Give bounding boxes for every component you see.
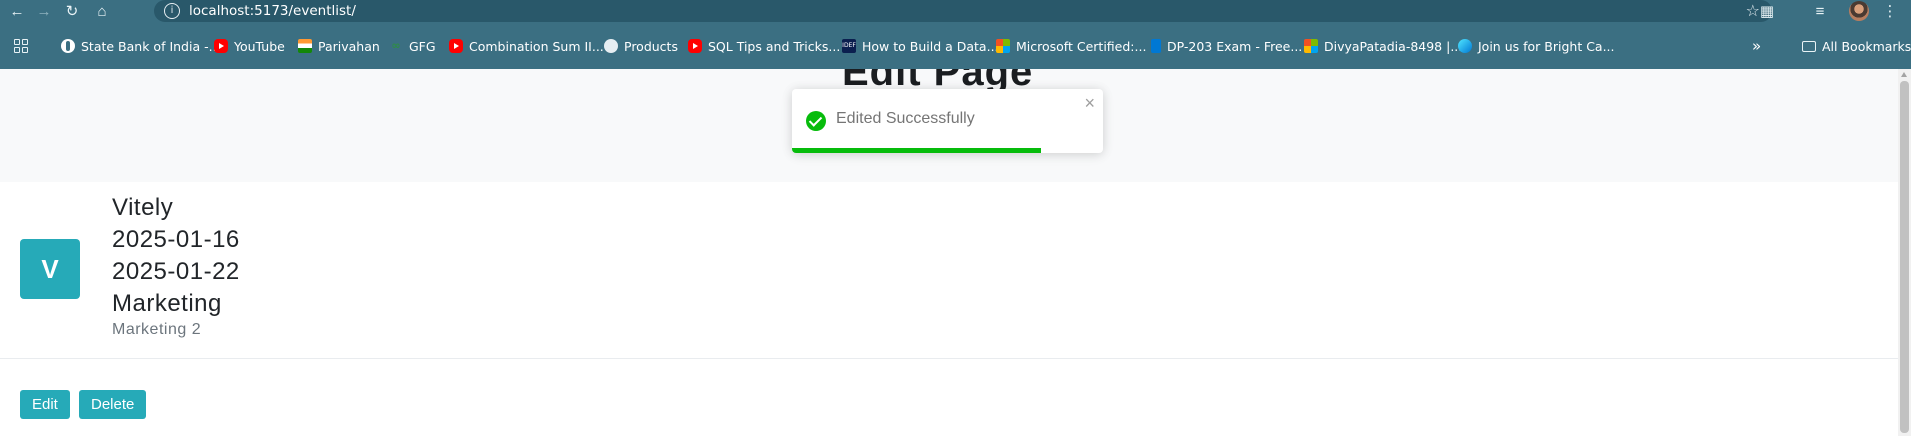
- folder-icon: [1802, 40, 1816, 52]
- india-flag-icon: [298, 39, 312, 53]
- menu-kebab-icon[interactable]: ⋮: [1880, 1, 1900, 21]
- extensions-icon[interactable]: ▦: [1757, 1, 1777, 21]
- edit-button[interactable]: Edit: [20, 390, 70, 419]
- youtube-icon: [449, 39, 463, 53]
- bookmark-gfg[interactable]: ∞ GFG: [389, 38, 436, 54]
- bookmark-divyapatadia[interactable]: DivyaPatadia-8498 |...: [1304, 38, 1462, 54]
- bookmark-youtube[interactable]: YouTube: [214, 38, 285, 54]
- event-start-date: 2025-01-16: [112, 226, 240, 253]
- success-toast: Edited Successfully ×: [792, 89, 1103, 153]
- youtube-icon: [688, 39, 702, 53]
- globe-icon: [604, 39, 618, 53]
- bookmark-label: Combination Sum II...: [469, 38, 604, 54]
- toast-progress-bar: [792, 148, 1041, 153]
- azure-icon: [1458, 39, 1472, 53]
- bookmark-bright-career[interactable]: Join us for Bright Ca...: [1458, 38, 1615, 54]
- more-bookmarks-chevron-icon[interactable]: »: [1752, 37, 1761, 55]
- bookmark-sbi[interactable]: State Bank of India -...: [61, 38, 221, 54]
- close-icon[interactable]: ×: [1084, 93, 1095, 113]
- bookmark-sql-tips[interactable]: SQL Tips and Tricks...: [688, 38, 840, 54]
- bookmark-dp203[interactable]: DP-203 Exam - Free...: [1151, 38, 1302, 54]
- profile-avatar[interactable]: [1849, 1, 1869, 21]
- bookmark-combination-sum[interactable]: Combination Sum II...: [449, 38, 604, 54]
- apps-grid-icon[interactable]: [14, 39, 28, 53]
- event-end-date: 2025-01-22: [112, 258, 240, 285]
- bookmark-label: Microsoft Certified:...: [1016, 38, 1147, 54]
- event-name: Vitely: [112, 194, 174, 221]
- microsoft-icon: [1304, 39, 1318, 53]
- bookmark-label: Parivahan: [318, 38, 380, 54]
- vertical-scrollbar[interactable]: [1898, 69, 1911, 436]
- bookmark-parivahan[interactable]: Parivahan: [298, 38, 380, 54]
- scroll-thumb[interactable]: [1900, 81, 1909, 433]
- reading-list-icon[interactable]: ≡: [1810, 1, 1830, 21]
- delete-button[interactable]: Delete: [79, 390, 147, 419]
- event-avatar: V: [20, 239, 80, 299]
- youtube-icon: [214, 39, 228, 53]
- back-arrow-icon[interactable]: ←: [7, 1, 27, 21]
- browser-toolbar: ← → ↻ ⌂ i localhost:5173/eventlist/ ☆ ▦ …: [0, 0, 1911, 22]
- reload-icon[interactable]: ↻: [62, 1, 82, 21]
- all-bookmarks-label: All Bookmarks: [1822, 38, 1911, 54]
- bookmarks-bar: State Bank of India -... YouTube Parivah…: [0, 22, 1911, 69]
- gfg-icon: ∞: [391, 39, 401, 52]
- scroll-up-arrow-icon[interactable]: [1901, 72, 1907, 77]
- site-info-icon[interactable]: i: [164, 3, 180, 19]
- azure-icon: [1151, 39, 1161, 53]
- forward-arrow-icon[interactable]: →: [34, 1, 54, 21]
- bookmark-label: YouTube: [234, 38, 285, 54]
- bookmark-label: Join us for Bright Ca...: [1478, 38, 1615, 54]
- sbi-icon: [61, 39, 75, 53]
- all-bookmarks[interactable]: All Bookmarks: [1802, 38, 1911, 54]
- success-check-icon: [806, 111, 826, 131]
- toast-message: Edited Successfully: [836, 110, 975, 127]
- bookmark-label: How to Build a Data...: [862, 38, 999, 54]
- bookmark-label: State Bank of India -...: [81, 38, 221, 54]
- home-icon[interactable]: ⌂: [92, 1, 112, 21]
- bookmark-label: Products: [624, 38, 678, 54]
- url-text[interactable]: localhost:5173/eventlist/: [189, 3, 356, 19]
- event-category: Marketing: [112, 290, 222, 317]
- event-subcategory: Marketing 2: [112, 321, 202, 338]
- bookmark-label: DivyaPatadia-8498 |...: [1324, 38, 1463, 54]
- bookmark-label: SQL Tips and Tricks...: [708, 38, 841, 54]
- docs-icon: IDEF: [842, 39, 856, 53]
- event-details: Vitely 2025-01-16 2025-01-22 Marketing M…: [112, 192, 240, 340]
- bookmark-microsoft-certified[interactable]: Microsoft Certified:...: [996, 38, 1146, 54]
- bookmark-label: GFG: [409, 38, 436, 54]
- bookmark-label: DP-203 Exam - Free...: [1167, 38, 1303, 54]
- bookmark-build-data[interactable]: IDEF How to Build a Data...: [842, 38, 999, 54]
- bookmark-products[interactable]: Products: [604, 38, 678, 54]
- microsoft-icon: [996, 39, 1010, 53]
- address-bar[interactable]: i localhost:5173/eventlist/ ☆: [154, 0, 1772, 22]
- event-item: V Vitely 2025-01-16 2025-01-22 Marketing…: [0, 182, 1898, 359]
